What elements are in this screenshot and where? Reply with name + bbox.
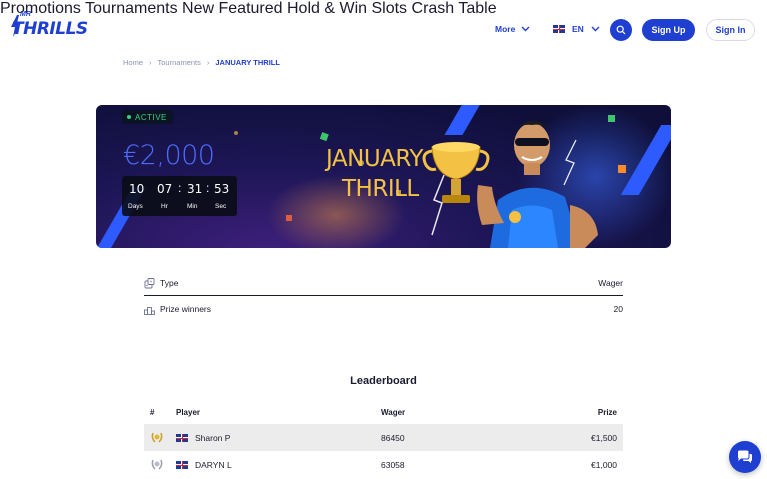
- tournament-title-line1: JANUARY: [326, 146, 423, 172]
- chevron-down-icon: [521, 26, 530, 32]
- countdown-timer: 10 07 : 31 : 53 Days Hr Min Sec: [122, 176, 237, 216]
- nav-featured[interactable]: Featured: [219, 0, 283, 17]
- table-row: Sharon P 86450 €1,500: [144, 424, 623, 451]
- nav-slots[interactable]: Slots: [371, 0, 407, 17]
- nav-new[interactable]: New: [182, 0, 214, 17]
- nav-hold-and-win[interactable]: Hold & Win: [287, 0, 367, 17]
- sign-in-button[interactable]: Sign In: [706, 19, 755, 41]
- player-wager: 86450: [381, 433, 405, 443]
- player-prize: €1,500: [591, 433, 617, 443]
- column-player: Player: [176, 408, 201, 417]
- leaderboard-header: # Player Wager Prize: [144, 402, 623, 424]
- column-prize: Prize: [597, 408, 617, 417]
- language-selector[interactable]: EN: [553, 24, 600, 34]
- podium-icon: [144, 307, 155, 315]
- countdown-days-label: Days: [128, 203, 143, 210]
- gold-laurel-icon: [151, 432, 163, 443]
- info-row-prize-winners: Prize winners 20: [144, 296, 623, 322]
- breadcrumb-separator: ›: [149, 58, 152, 67]
- countdown-seconds: 53: [214, 182, 230, 196]
- info-winners-label: Prize winners: [160, 304, 212, 314]
- status-badge: ACTIVE: [122, 110, 173, 124]
- leaderboard-title: Leaderboard: [350, 375, 417, 387]
- column-rank: #: [150, 408, 155, 417]
- breadcrumb-current: JANUARY THRILL: [215, 58, 280, 67]
- nav-crash[interactable]: Crash: [412, 0, 455, 17]
- chevron-down-icon: [591, 26, 600, 32]
- countdown-hours-label: Hr: [161, 203, 168, 210]
- countdown-minutes-label: Min: [187, 203, 198, 210]
- tournament-title-line2: THRILL: [342, 176, 419, 202]
- column-wager: Wager: [381, 408, 406, 417]
- breadcrumb: Home › Tournaments › JANUARY THRILL: [123, 58, 280, 67]
- live-chat-button[interactable]: [729, 441, 761, 473]
- silver-laurel-icon: [151, 459, 163, 470]
- player-name: Sharon P: [195, 433, 231, 443]
- uk-flag-icon: [176, 434, 188, 442]
- dice-icon: [144, 278, 155, 289]
- breadcrumb-separator: ›: [206, 58, 210, 67]
- countdown-hours: 07: [157, 182, 173, 196]
- uk-flag-icon: [553, 25, 565, 33]
- info-type-value: Wager: [598, 278, 623, 288]
- site-header: MR THRILLS Promotions Tournaments New Fe…: [0, 0, 767, 60]
- status-label: ACTIVE: [135, 112, 167, 122]
- hero-character-illustration: [420, 105, 650, 248]
- more-label: More: [495, 24, 516, 34]
- breadcrumb-home[interactable]: Home: [123, 58, 143, 67]
- nav-tournaments[interactable]: Tournaments: [85, 0, 178, 17]
- search-icon: [616, 25, 626, 35]
- info-type-label: Type: [160, 278, 179, 288]
- info-winners-value: 20: [613, 304, 623, 314]
- status-dot-icon: [127, 115, 131, 119]
- player-name: DARYN L: [195, 460, 232, 470]
- breadcrumb-tournaments[interactable]: Tournaments: [158, 58, 201, 67]
- logo-wordmark: THRILLS: [12, 19, 88, 39]
- player-prize: €1,000: [591, 460, 617, 470]
- uk-flag-icon: [176, 461, 188, 469]
- chat-icon: [738, 450, 752, 463]
- countdown-minutes: 31: [187, 182, 203, 196]
- tournament-info: Type Wager Prize winners 20: [144, 270, 623, 322]
- table-row: DARYN L 63058 €1,000: [144, 451, 623, 478]
- nav-more-dropdown[interactable]: More: [495, 24, 530, 34]
- search-button[interactable]: [610, 19, 632, 41]
- nav-table[interactable]: Table: [458, 0, 496, 17]
- leaderboard-table: # Player Wager Prize Sharon P 86450 €1,5…: [144, 402, 623, 478]
- sign-up-button[interactable]: Sign Up: [642, 19, 695, 41]
- countdown-days: 10: [129, 182, 145, 196]
- language-label: EN: [572, 24, 584, 34]
- logo-small-text: MR: [20, 11, 31, 18]
- countdown-seconds-label: Sec: [215, 203, 227, 210]
- info-row-type: Type Wager: [144, 270, 623, 296]
- main-nav: Promotions Tournaments New Featured Hold…: [0, 0, 767, 18]
- mr-thrills-logo[interactable]: MR THRILLS: [11, 11, 88, 43]
- prize-pool-amount: €2,000: [123, 140, 215, 171]
- player-wager: 63058: [381, 460, 405, 470]
